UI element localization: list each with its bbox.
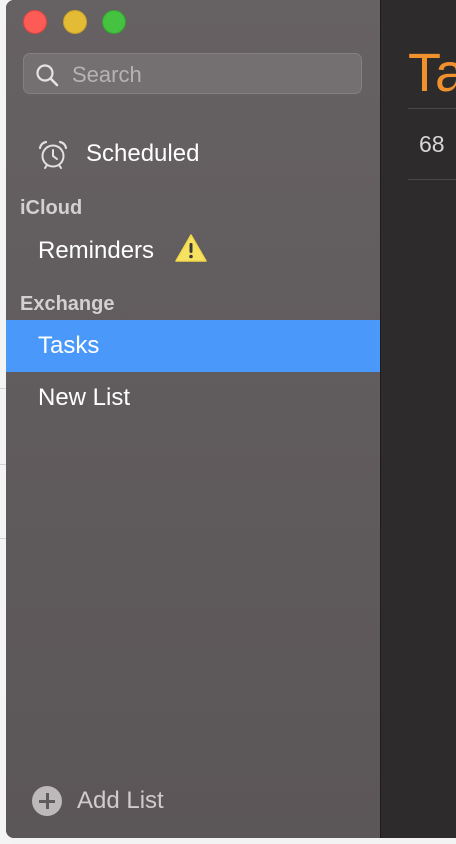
main-pane: Ta 68 — [381, 0, 456, 838]
minimize-window-button[interactable] — [63, 10, 87, 34]
sidebar: Scheduled iCloud Reminders Exchange Task… — [6, 0, 381, 838]
alarm-clock-icon — [38, 140, 68, 169]
item-count: 68 — [419, 131, 445, 157]
sidebar-item-scheduled[interactable]: Scheduled — [6, 128, 380, 180]
sidebar-item-new-list[interactable]: New List — [6, 372, 380, 424]
section-header-icloud: iCloud — [20, 197, 83, 219]
zoom-window-button[interactable] — [102, 10, 126, 34]
add-list-button[interactable]: Add List — [32, 786, 232, 818]
list-title: Ta — [408, 43, 456, 103]
section-header-exchange: Exchange — [20, 293, 115, 315]
search-field[interactable] — [23, 53, 362, 95]
plus-circle-icon — [32, 786, 62, 816]
sidebar-item-label: Reminders — [38, 237, 155, 264]
warning-icon — [175, 234, 207, 262]
divider — [408, 179, 456, 180]
sidebar-item-reminders[interactable]: Reminders — [6, 225, 380, 277]
sidebar-item-label: New List — [38, 384, 131, 411]
close-window-button[interactable] — [23, 10, 47, 34]
sidebar-item-label: Scheduled — [86, 140, 200, 167]
reminders-window: Scheduled iCloud Reminders Exchange Task… — [6, 0, 456, 838]
sidebar-item-tasks[interactable]: Tasks — [6, 320, 380, 372]
add-list-label: Add List — [77, 787, 164, 814]
search-input[interactable] — [70, 54, 354, 95]
sidebar-item-label: Tasks — [38, 332, 100, 359]
divider — [408, 108, 456, 109]
search-icon — [36, 64, 59, 87]
